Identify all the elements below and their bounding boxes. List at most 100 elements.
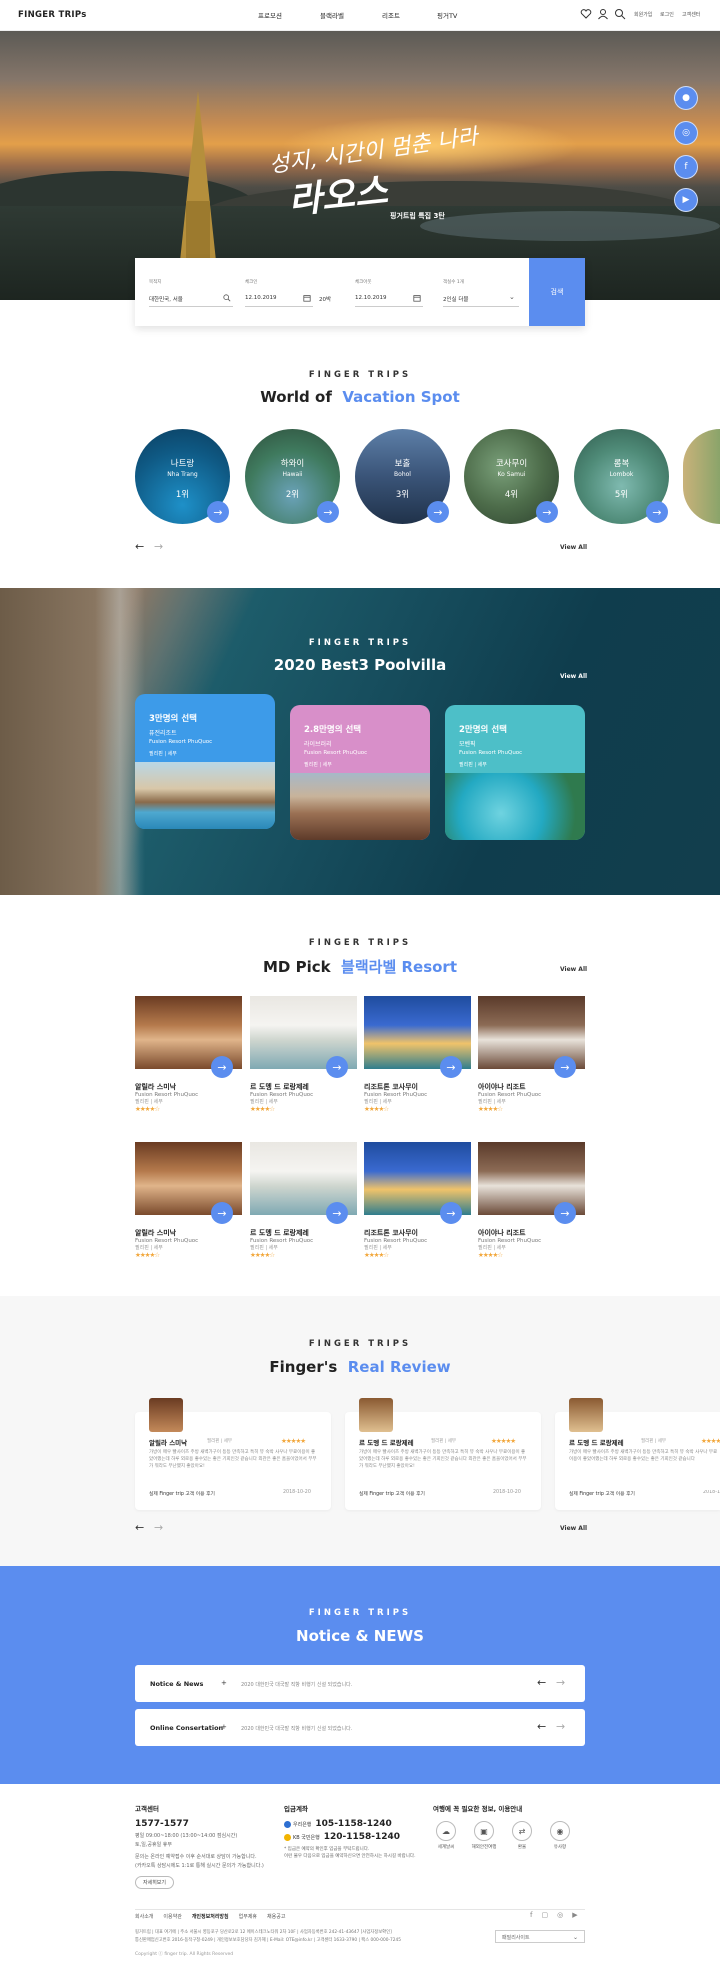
view-all-link[interactable]: View All (560, 544, 587, 551)
notice-row-text[interactable]: 2020 대한민국 대국발 직항 비행기 신설 되었습니다. (241, 1725, 352, 1732)
room-field[interactable]: 객실수 1개 2인실 더블 ⌄ (429, 258, 539, 326)
customer-center-link[interactable]: 고객센터 (682, 11, 700, 18)
arrow-right-icon[interactable]: → (317, 501, 339, 523)
resort-name: 리조트톤 코사무이 (364, 1083, 418, 1091)
view-all-link[interactable]: View All (560, 1525, 587, 1532)
resort-card[interactable]: → 아이야나 리조트 Fusion Resort PhuQuoc 필리핀 | 세… (478, 1142, 585, 1259)
spot-eng: Nha Trang (167, 471, 198, 478)
instagram-icon[interactable]: ◎ (557, 1911, 563, 1919)
section-kicker: FINGER TRIPS (308, 938, 412, 948)
next-arrow-icon[interactable]: → (154, 540, 163, 553)
destination-value[interactable]: 대한민국, 서울 (149, 295, 183, 303)
resort-location: 필리핀 | 세부 (250, 1099, 278, 1105)
room-value[interactable]: 2인실 더블 (443, 295, 469, 303)
exchange-link[interactable]: ⇄ 환율 (509, 1821, 535, 1850)
youtube-icon[interactable]: ▶ (572, 1911, 577, 1919)
site-logo[interactable]: FINGER TRIPs (18, 10, 87, 20)
review-resort-name: 르 도멩 드 로랑제레 (359, 1439, 414, 1447)
blog-icon[interactable]: ▢ (541, 1911, 548, 1919)
poolvilla-card-3[interactable]: 2만명의 선택 모벤픽 Fusion Resort PhuQuoc 필리핀 | … (445, 705, 585, 840)
user-icon[interactable] (597, 8, 609, 20)
cs-note: 문의는 온라인 예약접수 이후 순서대로 상담이 가능합니다. (135, 1854, 257, 1860)
destination-field[interactable]: 목적지 대한민국, 서울 (135, 258, 245, 326)
youtube-icon[interactable]: ▶ (674, 188, 698, 212)
search-button[interactable]: 검색 (529, 258, 585, 326)
cs-detail-button[interactable]: 자세히보기 (135, 1876, 175, 1889)
resort-card[interactable]: → 리조트톤 코사무이 Fusion Resort PhuQuoc 필리핀 | … (364, 1142, 471, 1259)
view-all-link[interactable]: View All (560, 966, 587, 973)
review-title: Finger's Real Review (0, 1358, 720, 1376)
bank-accounts: 입금계좌 우리은행 105-1158-1240 KB 국민은행 120-1158… (284, 1803, 434, 1860)
notice-row-text[interactable]: 2020 대한민국 대국발 직항 비행기 신설 되었습니다. (241, 1681, 352, 1688)
signup-link[interactable]: 회원가입 (634, 11, 652, 18)
arrow-right-icon[interactable]: → (646, 501, 668, 523)
safety-link[interactable]: ▣ 해외안전여행 (471, 1821, 497, 1850)
instagram-icon[interactable]: ◎ (674, 121, 698, 145)
spot-card-partial[interactable] (683, 429, 720, 524)
prev-arrow-icon[interactable]: ← (537, 1676, 546, 1689)
arrow-right-icon[interactable]: → (554, 1056, 576, 1078)
search-icon[interactable] (614, 8, 626, 20)
checkin-field[interactable]: 체크인 12.10.2019 20박 (231, 258, 341, 326)
prev-arrow-icon[interactable]: ← (135, 1521, 144, 1534)
footer-link[interactable]: 채용공고 (267, 1913, 285, 1920)
destination-label: 목적지 (149, 280, 162, 285)
nav-fingertv[interactable]: 핑거TV (437, 10, 457, 20)
nav-resort[interactable]: 리조트 (382, 10, 400, 20)
footer-link[interactable]: 회사소개 (135, 1913, 153, 1920)
nights-select[interactable]: 20박 (319, 295, 331, 303)
login-link[interactable]: 로그인 (660, 11, 674, 18)
view-all-link[interactable]: View All (560, 673, 587, 680)
chat-icon[interactable]: ● (674, 86, 698, 110)
resort-card[interactable]: → 리조트톤 코사무이 Fusion Resort PhuQuoc 필리핀 | … (364, 996, 471, 1113)
arrow-right-icon[interactable]: → (554, 1202, 576, 1224)
arrow-right-icon[interactable]: → (211, 1202, 233, 1224)
next-arrow-icon[interactable]: → (556, 1720, 565, 1733)
prev-arrow-icon[interactable]: ← (537, 1720, 546, 1733)
resort-card[interactable]: → 르 도멩 드 로랑제레 Fusion Resort PhuQuoc 필리핀 … (250, 1142, 357, 1259)
checkin-value[interactable]: 12.10.2019 (245, 295, 277, 301)
arrow-right-icon[interactable]: → (440, 1056, 462, 1078)
resort-card[interactable]: → 르 도멩 드 로랑제레 Fusion Resort PhuQuoc 필리핀 … (250, 996, 357, 1113)
card-name: 퓨전리조트 (149, 730, 177, 737)
heart-icon[interactable] (580, 8, 592, 20)
resort-card[interactable]: → 알릴라 스미낙 Fusion Resort PhuQuoc 필리핀 | 세부… (135, 1142, 242, 1259)
notice-row[interactable]: Online Consertation + 2020 대한민국 대국발 직항 비… (135, 1709, 585, 1746)
spot-name: 하와이 (280, 459, 305, 469)
review-card[interactable]: 르 도멩 드 로랑제레 필리핀 | 세부 ★★★★★ 가방이 매우 빨사이즈 주… (555, 1398, 720, 1510)
notice-info-link[interactable]: ◉ 유사항 (547, 1821, 573, 1850)
weather-link[interactable]: ☁ 세계날씨 (433, 1821, 459, 1850)
footer-link[interactable]: 이용약관 (163, 1913, 181, 1920)
room-label: 객실수 1개 (443, 280, 464, 285)
arrow-right-icon[interactable]: → (211, 1056, 233, 1078)
poolvilla-card-2[interactable]: 2.8만명의 선택 라이브러리 Fusion Resort PhuQuoc 필리… (290, 705, 430, 840)
arrow-right-icon[interactable]: → (440, 1202, 462, 1224)
arrow-right-icon[interactable]: → (207, 501, 229, 523)
bank-title: 입금계좌 (284, 1805, 308, 1813)
nav-blacklabel[interactable]: 블랙라벨 (320, 10, 344, 20)
review-card[interactable]: 르 도멩 드 로랑제레 필리핀 | 세부 ★★★★★ 가방이 매우 빨사이즈 주… (345, 1398, 541, 1510)
footer-link[interactable]: 업무제휴 (239, 1913, 257, 1920)
checkout-value[interactable]: 12.10.2019 (355, 295, 387, 301)
resort-card[interactable]: → 알릴라 스미낙 Fusion Resort PhuQuoc 필리핀 | 세부… (135, 996, 242, 1113)
nav-promotion[interactable]: 프로모션 (258, 10, 282, 20)
next-arrow-icon[interactable]: → (556, 1676, 565, 1689)
facebook-icon[interactable]: f (530, 1911, 532, 1919)
arrow-right-icon[interactable]: → (326, 1202, 348, 1224)
review-card[interactable]: 알릴라 스미낙 필리핀 | 세부 ★★★★★ 가방이 매우 빨사이즈 주방 새벽… (135, 1398, 331, 1510)
footer-link[interactable]: 개인정보처리방침 (192, 1913, 229, 1920)
prev-arrow-icon[interactable]: ← (135, 540, 144, 553)
notice-row[interactable]: Notice & News + 2020 대한민국 대국발 직항 비행기 신설 … (135, 1665, 585, 1702)
facebook-icon[interactable]: f (674, 155, 698, 179)
spot-name: 보홀 (394, 459, 411, 469)
resort-name: 르 도멩 드 로랑제레 (250, 1083, 309, 1091)
resort-card[interactable]: → 아이야나 리조트 Fusion Resort PhuQuoc 필리핀 | 세… (478, 996, 585, 1113)
arrow-right-icon[interactable]: → (536, 501, 558, 523)
family-site-select[interactable]: 패밀리사이트 ⌄ (495, 1930, 585, 1943)
review-author: 실제 Finger trip 고객 이용 후기 (149, 1492, 215, 1497)
review-thumbnail (359, 1398, 393, 1432)
arrow-right-icon[interactable]: → (427, 501, 449, 523)
next-arrow-icon[interactable]: → (154, 1521, 163, 1534)
arrow-right-icon[interactable]: → (326, 1056, 348, 1078)
poolvilla-card-1[interactable]: 3만명의 선택 퓨전리조트 Fusion Resort PhuQuoc 필리핀 … (135, 694, 275, 829)
